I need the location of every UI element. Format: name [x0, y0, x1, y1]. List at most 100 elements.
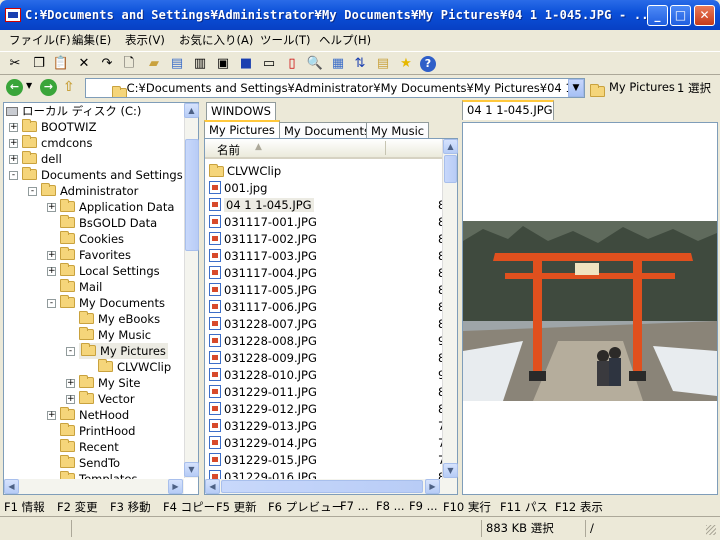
expand-icon[interactable]: +	[47, 411, 56, 420]
fkey-2[interactable]: F2 変更	[57, 499, 98, 515]
list-vertical-scrollbar[interactable]: ▲ ▼	[442, 139, 458, 479]
menu-tools[interactable]: ツール(T)	[255, 32, 316, 48]
fkey-6[interactable]: F6 プレビュー	[268, 499, 343, 515]
fkey-8[interactable]: F8 ...	[376, 499, 405, 513]
tree-item[interactable]: My Pictures	[79, 343, 168, 359]
paste-icon[interactable]: 📋	[52, 55, 70, 73]
fkey-1[interactable]: F1 情報	[4, 499, 45, 515]
tree-item[interactable]: cmdcons	[22, 135, 92, 151]
tree-item[interactable]: Administrator	[41, 183, 138, 199]
tree-item[interactable]: My Music	[79, 327, 151, 343]
file-row[interactable]: 031229-013.JPG 7	[209, 418, 442, 435]
file-row[interactable]: 031228-008.JPG 9	[209, 333, 442, 350]
fkey-7[interactable]: F7 ...	[340, 499, 369, 513]
address-dropdown-button[interactable]: ▼	[568, 79, 584, 97]
column-name-header[interactable]: 名前	[217, 142, 240, 158]
tree-scroll-thumb[interactable]	[185, 139, 199, 251]
expand-icon[interactable]: +	[66, 395, 75, 404]
file-row[interactable]: 031229-014.JPG 7	[209, 435, 442, 452]
fkey-4[interactable]: F4 コピー	[163, 499, 215, 515]
preview-tab[interactable]: 04 1 1-045.JPG	[462, 100, 554, 120]
menu-file[interactable]: ファイル(F)	[4, 32, 76, 48]
expand-icon[interactable]: +	[66, 379, 75, 388]
close-button[interactable]: ✕	[694, 5, 715, 26]
list-header[interactable]: 名前 ▲	[205, 139, 442, 159]
view-list-icon[interactable]: ▤	[168, 55, 186, 73]
fkey-5[interactable]: F5 更新	[216, 499, 257, 515]
menu-view[interactable]: 表示(V)	[120, 32, 170, 48]
tree-item[interactable]: PrintHood	[60, 423, 135, 439]
resize-grip[interactable]	[706, 525, 716, 535]
file-row[interactable]: 031228-009.JPG 8	[209, 350, 442, 367]
fkey-3[interactable]: F3 移動	[110, 499, 151, 515]
file-row[interactable]: 031228-010.JPG 9	[209, 367, 442, 384]
cut-icon[interactable]: ✂	[6, 55, 24, 73]
list-scroll-down[interactable]: ▼	[443, 463, 458, 478]
tree-scroll-up[interactable]: ▲	[184, 103, 199, 118]
tree-root[interactable]: ローカル ディスク (C:)	[6, 103, 141, 119]
grid-icon[interactable]: ▦	[329, 55, 347, 73]
file-row[interactable]: 031117-006.JPG 8	[209, 299, 442, 316]
delete-icon[interactable]: ✕	[75, 55, 93, 73]
file-list[interactable]: 名前 ▲ CLVWClip 001.jpg 04 1 1-045.JPG 8 03111…	[204, 138, 458, 495]
tree-item[interactable]: Mail	[60, 279, 102, 295]
minimize-button[interactable]: _	[647, 5, 668, 26]
file-row[interactable]: 031229-012.JPG 8	[209, 401, 442, 418]
tree-item[interactable]: Cookies	[60, 231, 124, 247]
folder-tree[interactable]: ローカル ディスク (C:) BOOTWIZ + cmdcons + dell + Docu…	[3, 102, 199, 495]
file-row[interactable]: 031117-001.JPG 8	[209, 214, 442, 231]
tree-item[interactable]: SendTo	[60, 455, 120, 471]
drive-icon[interactable]: ▭	[260, 55, 278, 73]
file-row[interactable]: 031228-007.JPG 8	[209, 316, 442, 333]
tree-item[interactable]: dell	[22, 151, 62, 167]
address-input[interactable]: C:¥Documents and Settings¥Administrator¥…	[85, 78, 585, 98]
document-icon[interactable]: ▯	[283, 55, 301, 73]
menu-favorites[interactable]: お気に入り(A)	[174, 32, 258, 48]
expand-icon[interactable]: +	[9, 155, 18, 164]
maximize-button[interactable]: □	[670, 5, 691, 26]
file-row[interactable]: 031117-005.JPG 8	[209, 282, 442, 299]
menu-help[interactable]: ヘルプ(H)	[314, 32, 376, 48]
file-row[interactable]: 031117-002.JPG 8	[209, 231, 442, 248]
list-scroll-thumb[interactable]	[444, 155, 457, 183]
up-folder-icon[interactable]: ⇧	[63, 79, 75, 95]
expand-icon[interactable]: +	[9, 139, 18, 148]
sort-icon[interactable]: ⇅	[351, 55, 369, 73]
help-icon[interactable]: ?	[420, 56, 436, 72]
list-scroll-up[interactable]: ▲	[443, 139, 458, 154]
file-row[interactable]: CLVWClip	[209, 163, 441, 180]
tree-item[interactable]: CLVWClip	[98, 359, 171, 375]
folder-view-icon[interactable]: ▤	[374, 55, 392, 73]
file-row[interactable]: 031229-016.JPG 8	[209, 469, 442, 479]
collapse-icon[interactable]: -	[9, 171, 18, 180]
back-dropdown-icon[interactable]: ▼	[26, 81, 32, 90]
tab-windows[interactable]: WINDOWS	[206, 102, 276, 120]
new-folder-icon[interactable]: ▰	[145, 55, 163, 73]
save-icon[interactable]: ■	[237, 55, 255, 73]
list-horizontal-scrollbar[interactable]: ◀ ▶	[205, 479, 457, 494]
tree-item[interactable]: My eBooks	[79, 311, 160, 327]
tree-item[interactable]: Local Settings	[60, 263, 160, 279]
tree-item[interactable]: Application Data	[60, 199, 174, 215]
expand-icon[interactable]: +	[47, 203, 56, 212]
fkey-10[interactable]: F10 実行	[443, 499, 491, 515]
tab-my-pictures[interactable]: My Pictures	[204, 120, 280, 138]
expand-icon[interactable]: +	[47, 251, 56, 260]
tree-item[interactable]: Favorites	[60, 247, 131, 263]
favorite-star-icon[interactable]: ★	[397, 55, 415, 73]
file-row[interactable]: 04 1 1-045.JPG 8	[209, 197, 442, 214]
file-row[interactable]: 001.jpg	[209, 180, 441, 197]
tree-item[interactable]: BsGOLD Data	[60, 215, 157, 231]
fkey-11[interactable]: F11 パス	[500, 499, 548, 515]
tree-horizontal-scrollbar[interactable]: ◀ ▶	[4, 479, 184, 494]
collapse-icon[interactable]: -	[66, 347, 75, 356]
file-row[interactable]: 031229-015.JPG 7	[209, 452, 442, 469]
title-bar[interactable]: C:¥Documents and Settings¥Administrator¥…	[0, 0, 720, 30]
expand-icon[interactable]: +	[47, 267, 56, 276]
preview-icon[interactable]: 🔍	[306, 55, 324, 73]
tree-scroll-right[interactable]: ▶	[168, 479, 183, 494]
collapse-icon[interactable]: -	[47, 299, 56, 308]
list-scroll-right[interactable]: ▶	[425, 479, 440, 494]
fkey-12[interactable]: F12 表示	[555, 499, 603, 515]
tree-scroll-left[interactable]: ◀	[4, 479, 19, 494]
